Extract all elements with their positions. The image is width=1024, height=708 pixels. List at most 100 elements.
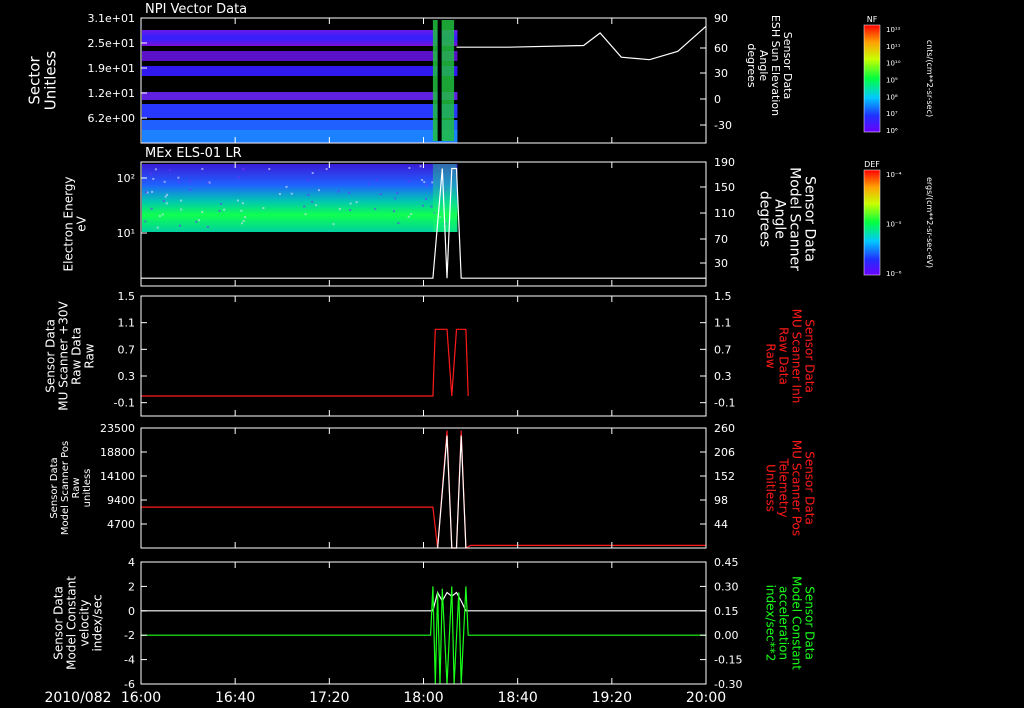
spectrogram-band (142, 130, 457, 142)
noise-pixel (241, 222, 243, 224)
left-axis-label: Sensor Data Model Scanner Pos Raw unitless (49, 441, 93, 535)
noise-pixel (397, 222, 399, 224)
right-tick-label: 0 (714, 93, 721, 106)
axis-label-line: Raw Data (70, 327, 84, 385)
time-tick-label: 18:00 (403, 690, 443, 706)
noise-pixel (291, 193, 293, 195)
sun-elevation-line (457, 26, 707, 59)
spectrogram-band (142, 92, 457, 100)
colorbar-gradient (864, 25, 880, 132)
right-tick-label: 1.5 (714, 290, 732, 303)
axis-label-line: Unitless (763, 464, 777, 512)
noise-pixel (312, 172, 314, 174)
noise-pixel (420, 165, 422, 167)
left-tick-label: 14100 (100, 470, 135, 483)
noise-pixel (408, 167, 410, 169)
noise-pixel (380, 193, 382, 195)
noise-pixel (332, 223, 334, 225)
axis-label-line: Angle (772, 199, 788, 239)
noise-pixel (180, 208, 182, 210)
axis-label-line: index/sec (91, 594, 105, 651)
spectrogram-band (142, 30, 457, 46)
right-axis-label: Sensor DataMU Scanner PosTelemetryUnitle… (763, 440, 816, 536)
panel-title: NPI Vector Data (145, 2, 247, 17)
panel-els: MEx ELS-01 LR10²10¹1901501107030Electron… (62, 146, 818, 286)
right-tick-label: -0.15 (714, 654, 742, 667)
noise-pixel (356, 201, 358, 203)
noise-pixel (348, 192, 350, 194)
noise-pixel (198, 219, 200, 221)
left-tick-label: 0.3 (118, 370, 136, 383)
panel-frame (141, 428, 706, 548)
data-line (141, 329, 468, 396)
date-label: 2010/082 (44, 690, 111, 706)
colorbar-tick: 10¹¹ (886, 43, 901, 51)
axis-label-line: Raw Data (776, 327, 790, 385)
colorbar-tick: 10⁶ (886, 127, 898, 135)
noise-pixel (307, 179, 309, 181)
left-axis-label: Sensor Data Model Constant velocity index/s… (52, 576, 105, 670)
burst (433, 20, 454, 141)
noise-pixel (318, 189, 320, 191)
axis-label-line: cnts/(cm**2-sr-sec) (925, 40, 934, 117)
colorbar-def: DEF10⁻⁴10⁻⁵10⁻⁶ergs/(cm**2-sr-sec-eV) (864, 160, 934, 278)
left-tick-label: -0.1 (114, 397, 135, 410)
right-tick-label: 60 (714, 42, 728, 55)
left-tick-label: 1.2e+01 (88, 87, 135, 100)
colorbar-units: ergs/(cm**2-sr-sec-eV) (925, 177, 934, 268)
noise-pixel (268, 168, 270, 170)
colorbar-units: cnts/(cm**2-sr-sec) (925, 40, 934, 117)
noise-pixel (157, 227, 159, 229)
panel-line-3: 235001880014100940047002602061529844Sens… (49, 422, 816, 548)
noise-pixel (159, 215, 161, 217)
right-tick-label: 206 (714, 446, 735, 459)
colorbar-tick: 10⁷ (886, 110, 898, 118)
data-line (438, 436, 466, 548)
axis-label-line: degrees (745, 43, 758, 88)
noise-pixel (339, 208, 341, 210)
axis-label-line: MU Scanner Pos (789, 440, 803, 536)
right-tick-label: 0.7 (714, 343, 732, 356)
noise-pixel (166, 202, 168, 204)
left-tick-label: 3.1e+01 (88, 12, 135, 25)
noise-pixel (237, 200, 239, 202)
noise-pixel (144, 220, 146, 222)
noise-pixel (396, 192, 398, 194)
axis-label-line: Model Scanner (787, 167, 803, 271)
left-tick-label: 6.2e+00 (88, 112, 135, 125)
noise-pixel (426, 185, 428, 187)
right-tick-label: 152 (714, 470, 735, 483)
colorbar-gradient (864, 170, 880, 275)
panel-frame (141, 562, 706, 684)
left-tick-label: 1.1 (118, 317, 136, 330)
noise-pixel (393, 210, 395, 212)
axis-label-line: velocity (78, 600, 92, 647)
colorbar-tick: 10⁹ (886, 77, 898, 85)
right-tick-label: -30 (714, 119, 732, 132)
noise-pixel (150, 173, 152, 175)
noise-pixel (307, 194, 309, 196)
axis-label-line: Unitless (41, 51, 59, 111)
axis-label-line: Model Constant (789, 576, 803, 670)
axis-label-line: ergs/(cm**2-sr-sec-eV) (925, 177, 934, 268)
right-tick-label: 190 (714, 156, 735, 169)
noise-pixel (163, 200, 165, 202)
noise-pixel (242, 168, 244, 170)
time-tick-label: 17:20 (309, 690, 349, 706)
noise-pixel (431, 206, 433, 208)
time-tick-label: 16:40 (215, 690, 255, 706)
data-line (141, 593, 706, 611)
noise-pixel (238, 176, 240, 178)
left-tick-label: 23500 (100, 422, 135, 435)
right-tick-label: 70 (714, 233, 728, 246)
axis-label-line: Sensor Data (49, 457, 60, 518)
right-tick-label: -0.1 (714, 397, 735, 410)
spectrogram-fill (142, 164, 457, 232)
axis-label-line: index/sec**2 (763, 585, 777, 662)
axis-label-line: MU Scanner Inh (789, 309, 803, 404)
noise-pixel (220, 203, 222, 205)
axis-label-line: degrees (757, 191, 773, 247)
axis-label-line: Sensor Data (802, 319, 816, 393)
left-axis-label: Sensor Data MU Scanner +30V Raw Data Raw (44, 301, 97, 411)
axis-label-line: MU Scanner +30V (57, 301, 71, 411)
